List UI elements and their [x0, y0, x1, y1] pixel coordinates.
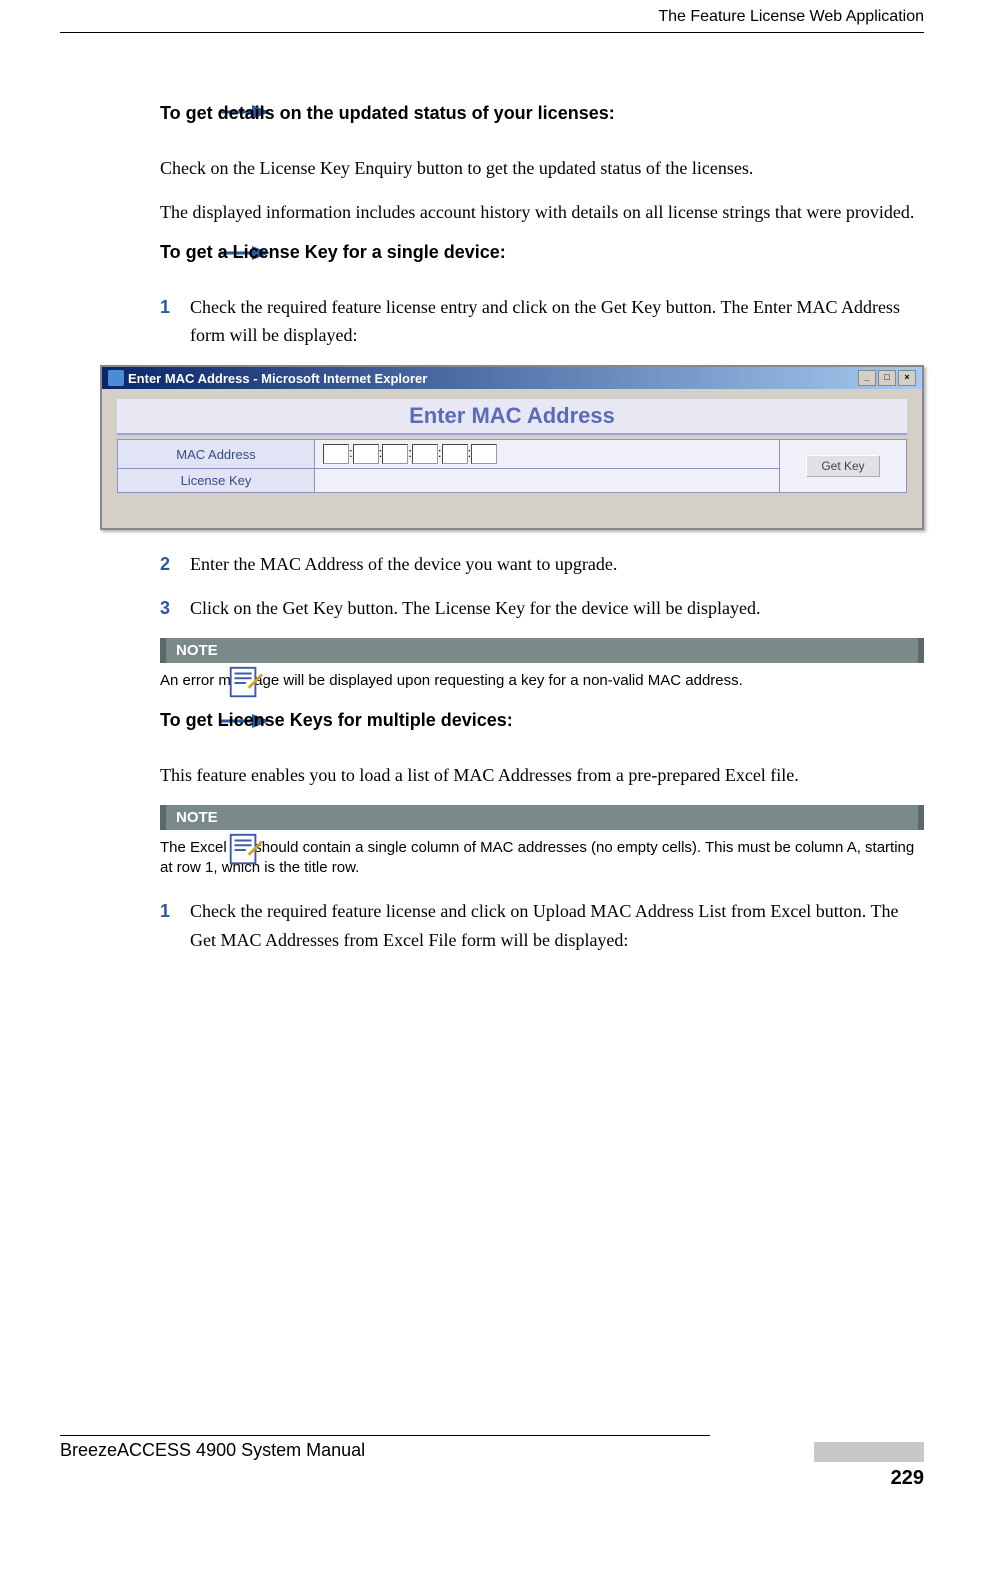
step-text: Check the required feature license entry… [190, 293, 924, 351]
note-text: An error message will be displayed upon … [160, 663, 924, 691]
dialog-screenshot: Enter MAC Address - Microsoft Internet E… [100, 365, 924, 530]
dialog-title: Enter MAC Address [117, 399, 907, 435]
step-number: 1 [160, 897, 190, 955]
mac-octet-input[interactable] [471, 444, 497, 464]
body-text: Check on the License Key Enquiry button … [160, 154, 924, 183]
minimize-icon[interactable]: _ [858, 370, 876, 386]
page-header: The Feature License Web Application [60, 0, 924, 33]
license-key-cell [315, 469, 780, 493]
step-number: 2 [160, 550, 190, 579]
maximize-icon[interactable]: □ [878, 370, 896, 386]
step-number: 1 [160, 293, 190, 351]
section-heading: To get details on the updated status of … [160, 103, 924, 124]
license-key-label: License Key [118, 469, 315, 493]
page-number: 229 [891, 1467, 924, 1489]
step-text: Check the required feature license and c… [190, 897, 924, 955]
mac-address-input-row: ::::: [315, 440, 780, 469]
window-title: Enter MAC Address - Microsoft Internet E… [128, 371, 427, 386]
mac-octet-input[interactable] [412, 444, 438, 464]
mac-octet-input[interactable] [382, 444, 408, 464]
mac-address-label: MAC Address [118, 440, 315, 469]
note-icon [225, 664, 263, 702]
body-text: The displayed information includes accou… [160, 198, 924, 227]
body-text: This feature enables you to load a list … [160, 761, 924, 790]
note-label: NOTE [160, 638, 924, 663]
mac-octet-input[interactable] [353, 444, 379, 464]
get-key-button[interactable]: Get Key [806, 455, 879, 477]
mac-octet-input[interactable] [442, 444, 468, 464]
mac-octet-input[interactable] [323, 444, 349, 464]
section-heading: To get License Keys for multiple devices… [160, 710, 924, 731]
note-label: NOTE [160, 805, 924, 830]
close-icon[interactable]: × [898, 370, 916, 386]
note-text: The Excel file should contain a single c… [160, 830, 924, 877]
note-icon [225, 831, 263, 869]
step-text: Enter the MAC Address of the device you … [190, 550, 924, 579]
footer-decoration [814, 1442, 924, 1462]
step-number: 3 [160, 594, 190, 623]
step-text: Click on the Get Key button. The License… [190, 594, 924, 623]
window-titlebar: Enter MAC Address - Microsoft Internet E… [102, 367, 922, 389]
section-heading: To get a License Key for a single device… [160, 242, 924, 263]
ie-icon [108, 370, 124, 386]
footer-manual-title: BreezeACCESS 4900 System Manual [60, 1440, 365, 1461]
